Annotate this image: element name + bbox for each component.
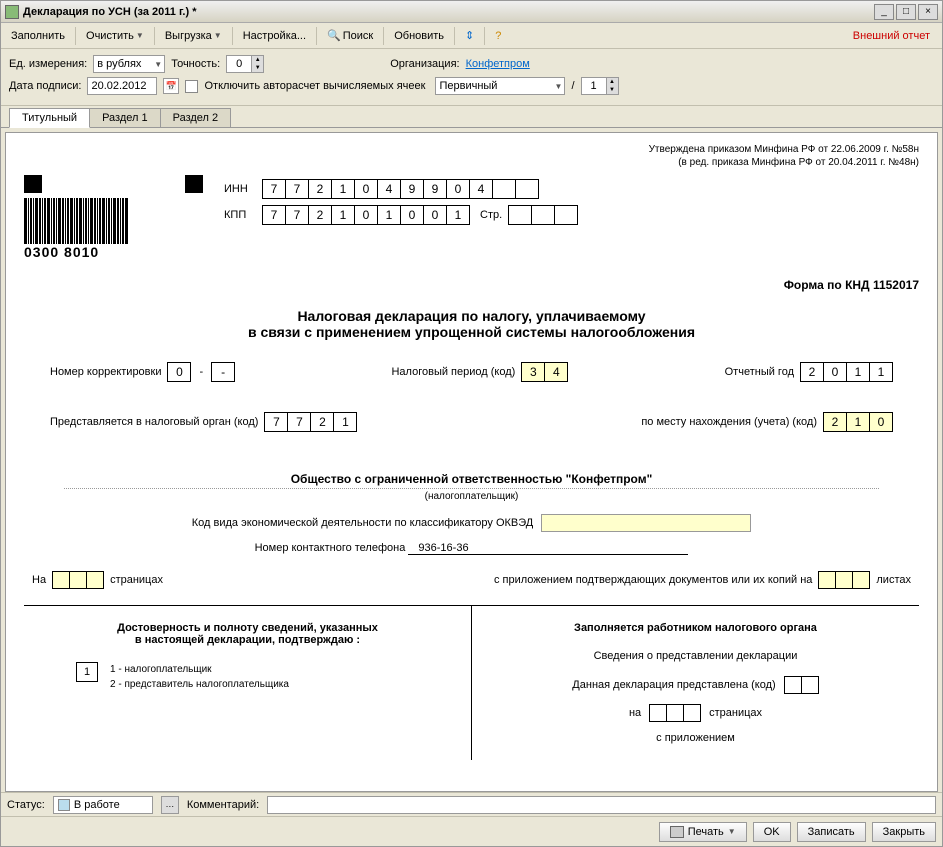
presented-code-cells (784, 676, 819, 694)
inn-cells[interactable]: 7721049904 (262, 179, 539, 199)
corr-cells[interactable]: 0 (167, 362, 191, 382)
tab-title[interactable]: Титульный (9, 108, 90, 128)
status-browse-button[interactable]: … (161, 796, 179, 814)
kind-select[interactable]: Первичный (435, 77, 565, 95)
save-button[interactable]: Записать (797, 822, 866, 842)
approval-text: Утверждена приказом Минфина РФ от 22.06.… (24, 143, 919, 169)
period-cells[interactable]: 34 (521, 362, 568, 382)
maximize-button[interactable]: □ (896, 4, 916, 20)
refresh-button[interactable]: Обновить (388, 28, 450, 44)
place-label: по месту нахождения (учета) (код) (641, 416, 817, 428)
okved-input[interactable] (541, 514, 751, 532)
document-scroll[interactable]: Утверждена приказом Минфина РФ от 22.06.… (5, 132, 938, 792)
presented-pages-cells (649, 704, 701, 722)
place-cells[interactable]: 210 (823, 412, 893, 432)
stepper-down-icon[interactable]: ▼ (606, 86, 618, 94)
search-icon: 🔍 (327, 29, 341, 42)
inspector-heading: Заполняется работником налогового органа (484, 622, 907, 634)
close-button[interactable]: × (918, 4, 938, 20)
confirm-code-cell[interactable]: 1 (76, 662, 98, 682)
status-bar: Статус: В работе … Комментарий: (1, 792, 942, 816)
minimize-button[interactable]: _ (874, 4, 894, 20)
kpp-cells[interactable]: 772101001 (262, 205, 470, 225)
window-title: Декларация по УСН (за 2011 г.) * (23, 6, 874, 18)
document-icon (58, 799, 70, 811)
confirm-legend: 1 - налогоплательщик 2 - представитель н… (110, 662, 289, 692)
expand-icon: ⇕ (465, 29, 474, 42)
stepper-up-icon[interactable]: ▲ (606, 78, 618, 86)
sign-date-input[interactable] (87, 77, 157, 95)
confirm-heading: Достоверность и полноту сведений, указан… (36, 622, 459, 646)
sign-date-label: Дата подписи: (9, 80, 81, 92)
year-label: Отчетный год (725, 366, 794, 378)
unit-label: Ед. измерения: (9, 58, 87, 70)
chevron-down-icon: ▼ (136, 31, 144, 40)
doc-title-1: Налоговая декларация по налогу, уплачива… (24, 308, 919, 324)
period-label: Налоговый период (код) (391, 366, 515, 378)
upload-button[interactable]: Выгрузка▼ (159, 28, 228, 44)
titlebar: Декларация по УСН (за 2011 г.) * _ □ × (1, 1, 942, 23)
kind-sep: / (571, 80, 574, 92)
phone-label: Номер контактного телефона (255, 542, 406, 554)
barcode: 0300 8010 (24, 175, 204, 260)
bottom-bar: Печать ▼ OK Записать Закрыть (1, 816, 942, 846)
kind-num-stepper[interactable]: ▲▼ (581, 77, 619, 95)
unit-select[interactable]: в рублях (93, 55, 165, 73)
title-page: Утверждена приказом Минфина РФ от 22.06.… (6, 133, 937, 792)
tab-section2[interactable]: Раздел 2 (160, 108, 232, 127)
help-button[interactable]: ? (489, 28, 507, 44)
stepper-up-icon[interactable]: ▲ (251, 56, 263, 64)
organ-cells[interactable]: 7721 (264, 412, 357, 432)
precision-label: Точность: (171, 58, 220, 70)
comment-input[interactable] (267, 796, 936, 814)
fill-button[interactable]: Заполнить (5, 28, 71, 44)
tab-section1[interactable]: Раздел 1 (89, 108, 161, 127)
expand-button[interactable]: ⇕ (459, 27, 480, 44)
help-icon: ? (495, 30, 501, 42)
tabs: Титульный Раздел 1 Раздел 2 (1, 106, 942, 128)
disable-calc-checkbox[interactable] (185, 80, 198, 93)
status-label: Статус: (7, 799, 45, 811)
org-full-name: Общество с ограниченной ответственностью… (64, 472, 879, 489)
inspector-sub: Сведения о представлении декларации (484, 650, 907, 662)
organ-label: Представляется в налоговый орган (код) (50, 416, 258, 428)
external-report-label: Внешний отчет (845, 30, 938, 42)
str-cells[interactable] (508, 205, 578, 225)
doc-title-2: в связи с применением упрощенной системы… (24, 324, 919, 340)
knd-label: Форма по КНД 1152017 (24, 278, 919, 292)
search-button[interactable]: 🔍Поиск (321, 27, 379, 44)
chevron-down-icon: ▼ (214, 31, 222, 40)
status-field[interactable]: В работе (53, 796, 153, 814)
app-window: Декларация по УСН (за 2011 г.) * _ □ × З… (0, 0, 943, 847)
precision-stepper[interactable]: ▲▼ (226, 55, 264, 73)
print-button[interactable]: Печать ▼ (659, 822, 747, 842)
chevron-down-icon: ▼ (728, 827, 736, 836)
params-panel: Ед. измерения: в рублях Точность: ▲▼ Орг… (1, 49, 942, 106)
ok-button[interactable]: OK (753, 822, 791, 842)
close-window-button[interactable]: Закрыть (872, 822, 936, 842)
printer-icon (670, 826, 684, 838)
calendar-icon[interactable]: 📅 (163, 78, 179, 94)
inn-label: ИНН (224, 183, 262, 195)
settings-button[interactable]: Настройка... (237, 28, 312, 44)
str-label: Стр. (480, 209, 502, 221)
corr-label: Номер корректировки (50, 366, 161, 378)
app-icon (5, 5, 19, 19)
clear-button[interactable]: Очистить▼ (80, 28, 150, 44)
phone-value[interactable]: 936-16-36 (408, 542, 688, 555)
stepper-down-icon[interactable]: ▼ (251, 64, 263, 72)
toolbar: Заполнить Очистить▼ Выгрузка▼ Настройка.… (1, 23, 942, 49)
okved-label: Код вида экономической деятельности по к… (192, 517, 534, 529)
kpp-label: КПП (224, 209, 262, 221)
org-label: Организация: (390, 58, 459, 70)
sheets-count-cells[interactable] (818, 571, 870, 589)
disable-calc-label: Отключить авторасчет вычисляемых ячеек (204, 80, 425, 92)
year-cells[interactable]: 2011 (800, 362, 893, 382)
org-link[interactable]: Конфетпром (466, 58, 530, 70)
pages-count-cells[interactable] (52, 571, 104, 589)
org-sublabel: (налогоплательщик) (24, 491, 919, 502)
comment-label: Комментарий: (187, 799, 259, 811)
